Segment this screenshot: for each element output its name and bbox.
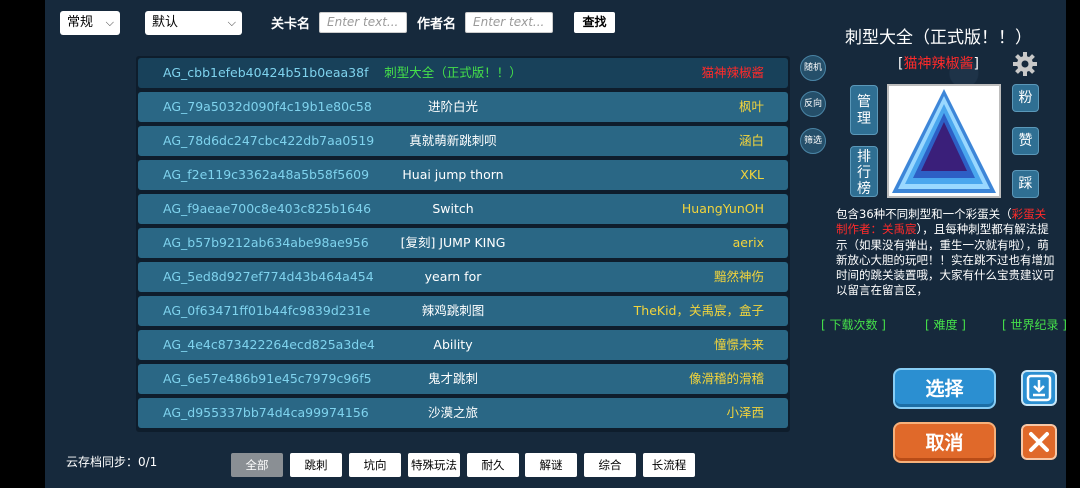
order-select[interactable]: 默认 ⌵ xyxy=(145,11,242,35)
level-name: 沙漠之旅 xyxy=(427,405,478,420)
like-button[interactable]: 赞 xyxy=(1012,127,1039,155)
ranking-button[interactable]: 排行榜 xyxy=(850,146,878,197)
level-list: AG_cbb1efeb40424b51b0eaa38f 刺型大全（正式版！！） … xyxy=(136,56,790,432)
level-row[interactable]: AG_6e57e486b91e45c7979c96f5 鬼才跳刺 像滑稽的滑稽 xyxy=(138,364,788,394)
level-row[interactable]: AG_79a5032d090f4c19b1e80c58 进阶白光 枫叶 xyxy=(138,92,788,122)
chevron-down-icon: ⌵ xyxy=(105,16,114,29)
level-id: AG_cbb1efeb40424b51b0eaa38f xyxy=(163,65,369,80)
level-id: AG_79a5032d090f4c19b1e80c58 xyxy=(163,99,372,114)
manage-button[interactable]: 管理 xyxy=(850,85,878,135)
level-row[interactable]: AG_f2e119c3362a48a5b58f5609 Huai jump th… xyxy=(138,160,788,190)
level-row-selected[interactable]: AG_cbb1efeb40424b51b0eaa38f 刺型大全（正式版！！） … xyxy=(138,58,788,88)
level-row[interactable]: AG_b57b9212ab634abe98ae956 [复刻] JUMP KIN… xyxy=(138,228,788,258)
level-name: Ability xyxy=(433,337,473,352)
level-row[interactable]: AG_d955337bb74d4ca99974156 沙漠之旅 小泽西 xyxy=(138,398,788,428)
level-name: 刺型大全（正式版！！） xyxy=(384,65,522,80)
author-name-label: 作者名 xyxy=(417,17,457,32)
select-button[interactable]: 选择 xyxy=(893,368,996,409)
level-row[interactable]: AG_5ed8d927ef774d43b464a454 yearn for 黯然… xyxy=(138,262,788,292)
level-author: 猫神辣椒酱 xyxy=(701,65,764,80)
level-row[interactable]: AG_f9aeae700c8e403c825b1646 Switch Huang… xyxy=(138,194,788,224)
filter-button[interactable]: 筛选 xyxy=(800,128,826,154)
category-tab-puzzle[interactable]: 解谜 xyxy=(525,453,577,477)
close-icon[interactable] xyxy=(1021,424,1057,460)
cancel-button[interactable]: 取消 xyxy=(893,422,996,463)
level-name: 鬼才跳刺 xyxy=(427,371,478,386)
category-tab-spike-jump[interactable]: 跳刺 xyxy=(290,453,342,477)
detail-title: 刺型大全（正式版！！） xyxy=(845,28,1032,48)
random-button[interactable]: 随机 xyxy=(800,55,826,81)
level-row[interactable]: AG_0f63471ff01b44fc9839d231e 辣鸡跳刺图 TheKi… xyxy=(138,296,788,326)
level-id: AG_d955337bb74d4ca99974156 xyxy=(163,405,369,420)
level-name-input[interactable]: Enter text... xyxy=(319,12,407,33)
level-name: 真就萌新跳刺呗 xyxy=(409,133,497,148)
level-description: 包含36种不同刺型和一个彩蛋关（彩蛋关制作者：关禹宸），且每种刺型都有解法提示（… xyxy=(836,207,1056,299)
level-id: AG_f9aeae700c8e403c825b1646 xyxy=(163,201,372,216)
cloud-sync-status: 云存档同步：0/1 xyxy=(66,455,158,469)
chevron-down-icon: ⌵ xyxy=(227,16,236,29)
category-tab-mixed[interactable]: 综合 xyxy=(584,453,636,477)
level-author: aerix xyxy=(732,235,764,250)
level-id: AG_b57b9212ab634abe98ae956 xyxy=(163,235,369,250)
search-button[interactable]: 查找 xyxy=(574,12,615,33)
level-thumbnail xyxy=(887,84,1001,198)
reverse-button[interactable]: 反向 xyxy=(800,91,826,117)
world-record-label: [ 世界纪录 ] xyxy=(1002,318,1067,332)
fan-button[interactable]: 粉 xyxy=(1012,84,1039,112)
level-name: 辣鸡跳刺图 xyxy=(421,303,485,318)
author-name-input[interactable]: Enter text... xyxy=(465,12,553,33)
level-author: 枫叶 xyxy=(738,99,764,114)
order-value: 默认 xyxy=(152,15,179,30)
screen-edge-left xyxy=(0,0,45,488)
author-bracket-close: ] xyxy=(973,56,979,72)
level-name: Huai jump thorn xyxy=(402,167,504,182)
category-tab-special[interactable]: 特殊玩法 xyxy=(408,453,460,477)
category-tab-endurance[interactable]: 耐久 xyxy=(467,453,519,477)
ranking-label: 排行榜 xyxy=(857,149,871,197)
category-tab-all[interactable]: 全部 xyxy=(231,453,283,477)
level-author: 憧憬未来 xyxy=(713,337,764,352)
level-name: yearn for xyxy=(424,269,482,284)
category-tab-trap[interactable]: 坑向 xyxy=(349,453,401,477)
screen-edge-right xyxy=(1066,0,1080,488)
level-author: 像滑稽的滑稽 xyxy=(688,371,764,386)
level-id: AG_0f63471ff01b44fc9839d231e xyxy=(163,303,371,318)
level-id: AG_6e57e486b91e45c7979c96f5 xyxy=(163,371,372,386)
level-author: 黯然神伤 xyxy=(713,269,764,284)
difficulty-label: [ 难度 ] xyxy=(925,318,966,332)
category-tab-long[interactable]: 长流程 xyxy=(643,453,695,477)
detail-author-name: 猫神辣椒酱 xyxy=(903,56,974,72)
level-name-label: 关卡名 xyxy=(271,17,311,32)
download-icon[interactable] xyxy=(1021,370,1057,406)
dislike-button[interactable]: 踩 xyxy=(1012,170,1039,198)
level-name: 进阶白光 xyxy=(427,99,478,114)
sort-type-select[interactable]: 常规 ⌵ xyxy=(60,11,120,35)
manage-label: 管理 xyxy=(857,94,871,127)
level-id: AG_f2e119c3362a48a5b58f5609 xyxy=(163,167,370,182)
level-author: 涵白 xyxy=(738,133,764,148)
description-text: 包含36种不同刺型和一个彩蛋关（ xyxy=(836,207,1012,221)
level-row[interactable]: AG_4e4c873422264ecd825a3de4 Ability 憧憬未来 xyxy=(138,330,788,360)
level-author: HuangYunOH xyxy=(681,201,764,216)
level-author: 小泽西 xyxy=(726,405,764,420)
download-count-label: [ 下载次数 ] xyxy=(821,318,886,332)
gear-icon[interactable] xyxy=(1013,52,1037,76)
detail-author[interactable]: [猫神辣椒酱] xyxy=(898,53,979,73)
spike-triangle-icon xyxy=(892,89,996,193)
sort-type-value: 常规 xyxy=(67,15,94,30)
level-author: XKL xyxy=(740,167,764,182)
level-row[interactable]: AG_78d6dc247cbc422db7aa0519 真就萌新跳刺呗 涵白 xyxy=(138,126,788,156)
level-name: Switch xyxy=(432,201,474,216)
level-name: [复刻] JUMP KING xyxy=(400,235,506,250)
level-author: TheKid，关禹宸，盒子 xyxy=(633,303,764,318)
